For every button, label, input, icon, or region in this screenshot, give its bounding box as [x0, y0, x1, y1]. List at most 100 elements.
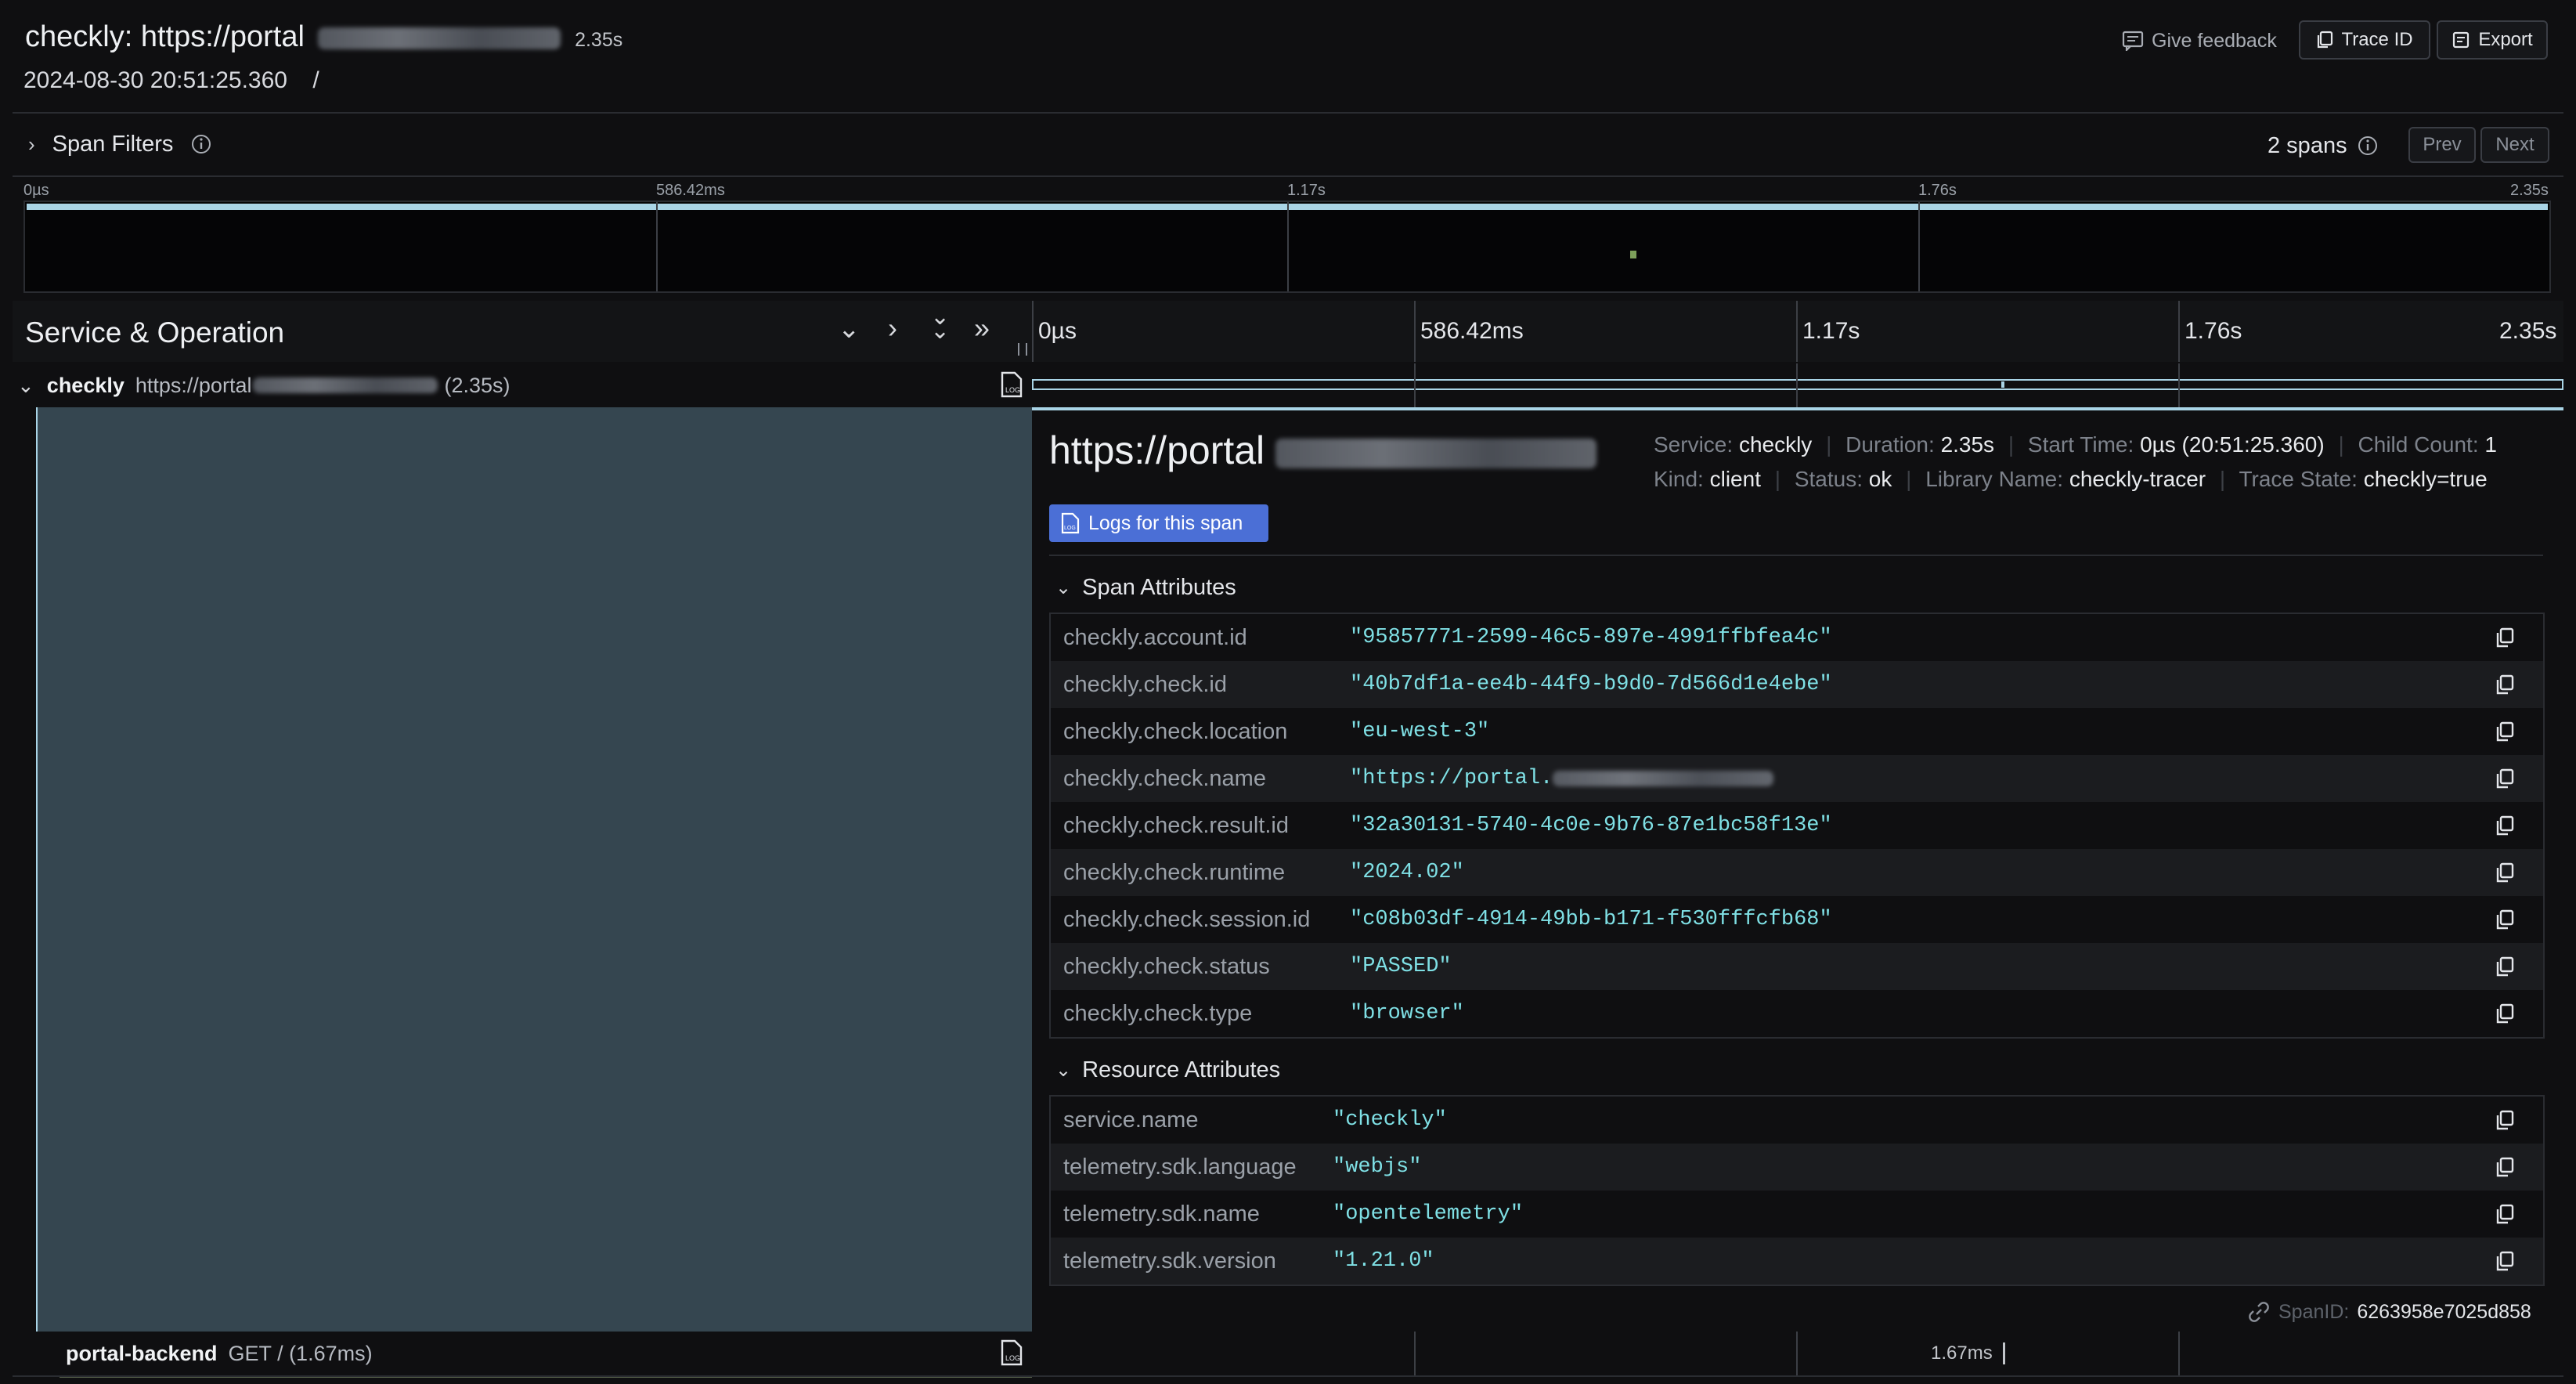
- redacted-text: [1275, 438, 1597, 468]
- child-span-bar[interactable]: [2003, 1342, 2005, 1364]
- minimap-gridline: [1287, 202, 1289, 291]
- meta-label: Child Count:: [2358, 432, 2479, 457]
- attribute-row: checkly.check.id "40b7df1a-ee4b-44f9-b9d0…: [1051, 661, 2543, 708]
- copy-icon[interactable]: [2495, 909, 2515, 930]
- timeline-gridline: [1414, 1332, 1416, 1375]
- logs-icon: LOG: [1061, 512, 1080, 534]
- timeline-gridline: [2178, 363, 2180, 407]
- child-span-marker: [2001, 381, 2004, 388]
- attribute-key: telemetry.sdk.version: [1063, 1248, 1276, 1274]
- timeline-gridline: [1796, 301, 1798, 362]
- timeline-tick: 0µs: [1038, 318, 1077, 344]
- give-feedback-button[interactable]: Give feedback: [2122, 25, 2277, 56]
- span-meta-line-1: Service: checkly | Duration: 2.35s | Sta…: [1654, 432, 2497, 457]
- meta-label: Kind:: [1654, 467, 1704, 491]
- attribute-value: "c08b03df-4914-49bb-b171-f530fffcfb68": [1350, 908, 1832, 931]
- logs-icon[interactable]: LOG: [999, 1339, 1024, 1366]
- attribute-key: telemetry.sdk.language: [1063, 1154, 1297, 1180]
- span-attributes-title: Span Attributes: [1082, 575, 1236, 600]
- next-button[interactable]: Next: [2480, 127, 2549, 163]
- header-divider: [13, 112, 2563, 114]
- logs-for-span-button[interactable]: LOG Logs for this span: [1049, 504, 1268, 542]
- minimap-canvas: [23, 201, 2551, 293]
- copy-icon[interactable]: [2495, 956, 2515, 977]
- trace-id-button[interactable]: Trace ID: [2299, 20, 2430, 60]
- copy-icon[interactable]: [2495, 1156, 2515, 1178]
- copy-icon[interactable]: [2495, 721, 2515, 743]
- timeline-header: Service & Operation ⌄ › ⌄ ⌄ » 0µs 586.42m…: [13, 301, 2563, 362]
- attribute-value: "PASSED": [1350, 955, 1452, 978]
- timeline-gridline: [1796, 363, 1798, 407]
- attribute-value: "browser": [1350, 1002, 1464, 1025]
- column-resizer[interactable]: [1018, 343, 1027, 356]
- attribute-key: checkly.check.name: [1063, 765, 1266, 791]
- bottom-border: [13, 1375, 2563, 1377]
- timeline-tick: 1.17s: [1802, 318, 1860, 344]
- copy-icon[interactable]: [2495, 815, 2515, 837]
- spans-count-text: 2 spans: [2268, 132, 2347, 158]
- span-id[interactable]: SpanID: 6263958e7025d858: [2247, 1299, 2531, 1325]
- span-meta-line-2: Kind: client | Status: ok | Library Name…: [1654, 467, 2488, 492]
- span-bar-checkly[interactable]: [1032, 379, 2563, 390]
- attribute-key: checkly.check.type: [1063, 1000, 1253, 1026]
- copy-icon[interactable]: [2495, 768, 2515, 790]
- copy-icon[interactable]: [2495, 627, 2515, 649]
- attribute-value: "https://portal.: [1350, 767, 1553, 790]
- column-title: Service & Operation: [25, 316, 285, 349]
- timestamp-text: 2024-08-30 20:51:25.360: [23, 67, 287, 93]
- give-feedback-label: Give feedback: [2152, 29, 2277, 52]
- attribute-value: "2024.02": [1350, 861, 1464, 884]
- timeline-gridline: [2178, 1332, 2180, 1375]
- collapse-one-icon[interactable]: ⌄: [838, 313, 860, 345]
- expand-all-icon[interactable]: »: [974, 312, 990, 345]
- collapse-all-icon[interactable]: ⌄ ⌄: [930, 305, 950, 343]
- timeline-tick: 586.42ms: [1420, 318, 1524, 344]
- attribute-value: "opentelemetry": [1333, 1202, 1524, 1226]
- attribute-key: service.name: [1063, 1107, 1199, 1133]
- span-detail-title: https://portal: [1049, 428, 1597, 473]
- chevron-down-icon: ⌄: [17, 373, 34, 397]
- copy-icon[interactable]: [2495, 674, 2515, 696]
- expand-one-icon[interactable]: ›: [888, 312, 897, 345]
- span-row-checkly[interactable]: ⌄ checkly https://portal (2.35s): [13, 363, 1030, 407]
- copy-icon[interactable]: [2495, 1203, 2515, 1225]
- logs-icon[interactable]: LOG: [999, 371, 1024, 398]
- resource-attributes-toggle[interactable]: ⌄ Resource Attributes: [1055, 1057, 1280, 1083]
- meta-value: ok: [1868, 467, 1892, 491]
- trace-title-text: checkly: https://portal: [25, 20, 305, 53]
- attribute-value: "1.21.0": [1333, 1249, 1434, 1273]
- minimap-gridline: [656, 202, 658, 291]
- trace-id-label: Trace ID: [2341, 29, 2413, 50]
- prev-button[interactable]: Prev: [2408, 127, 2476, 163]
- redacted-text: [317, 27, 561, 49]
- meta-label: Duration:: [1845, 432, 1935, 457]
- attribute-row: checkly.check.result.id "32a30131-5740-4c…: [1051, 802, 2543, 849]
- operation-name: GET / (1.67ms): [228, 1341, 373, 1365]
- copy-icon[interactable]: [2495, 1003, 2515, 1024]
- span-filters-toggle[interactable]: › Span Filters: [28, 128, 212, 160]
- info-icon: [192, 135, 211, 154]
- attribute-row: telemetry.sdk.language "webjs": [1051, 1144, 2543, 1191]
- copy-icon[interactable]: [2495, 1109, 2515, 1131]
- copy-icon[interactable]: [2495, 1250, 2515, 1272]
- span-filters-label: Span Filters: [52, 131, 174, 157]
- meta-separator: |: [1906, 467, 1912, 491]
- attribute-row: checkly.check.location "eu-west-3": [1051, 708, 2543, 755]
- prev-label: Prev: [2423, 134, 2462, 155]
- export-icon: [2453, 31, 2470, 49]
- timeline-gridline: [1414, 301, 1416, 362]
- span-row-portal-backend[interactable]: portal-backend GET / (1.67ms): [60, 1332, 1032, 1378]
- meta-separator: |: [2219, 467, 2226, 491]
- export-button[interactable]: Export: [2437, 20, 2548, 60]
- copy-icon[interactable]: [2495, 862, 2515, 884]
- operation-name: https://portal: [135, 373, 252, 397]
- attribute-key: telemetry.sdk.name: [1063, 1201, 1260, 1227]
- span-detail-left-panel: [36, 407, 1032, 1332]
- attribute-value: "95857771-2599-46c5-897e-4991ffbfea4c": [1350, 626, 1832, 649]
- span-attributes-toggle[interactable]: ⌄ Span Attributes: [1055, 575, 1236, 601]
- attribute-key: checkly.check.runtime: [1063, 859, 1286, 885]
- meta-label: Start Time:: [2027, 432, 2134, 457]
- attribute-row: service.name "checkly": [1051, 1097, 2543, 1144]
- chevron-down-icon: ⌄: [1055, 1060, 1072, 1081]
- minimap[interactable]: 0µs 586.42ms 1.17s 1.76s 2.35s: [23, 182, 2551, 293]
